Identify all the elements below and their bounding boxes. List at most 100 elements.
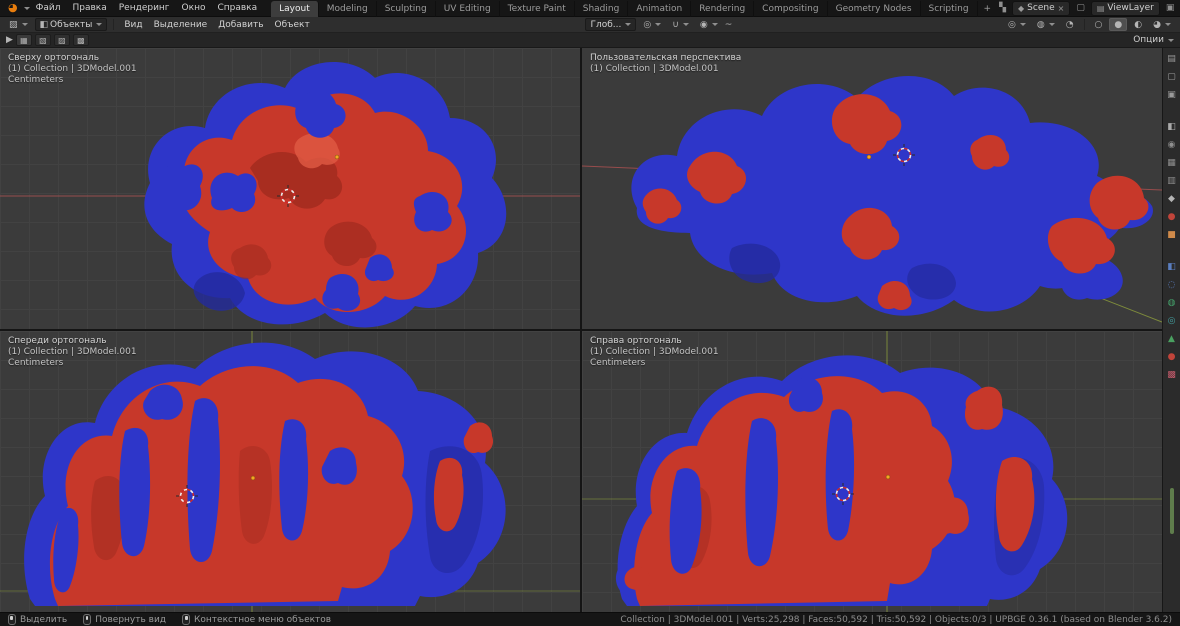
select-subtract-icon: ▨ xyxy=(58,35,66,45)
tab-animation[interactable]: Animation xyxy=(628,0,692,17)
menu-render[interactable]: Рендеринг xyxy=(113,0,176,16)
mode-dropdown[interactable]: ◧ Объекты xyxy=(34,18,108,31)
menu-add[interactable]: Добавить xyxy=(214,18,267,31)
tab-geometry-nodes[interactable]: Geometry Nodes xyxy=(828,0,921,17)
active-tool-icon[interactable]: ▶ xyxy=(6,35,13,45)
particles-icon[interactable]: ◌ xyxy=(1165,279,1179,292)
magnet-icon: ∪ xyxy=(672,19,679,30)
workspace-tabs: Layout Modeling Sculpting UV Editing Tex… xyxy=(271,0,997,17)
layers-icon[interactable]: ▚ xyxy=(997,3,1008,13)
hint-rotate-label: Повернуть вид xyxy=(95,614,167,625)
viewport-label-top-left: Сверху ортогональ (1) Collection | 3DMod… xyxy=(8,53,137,86)
proportional-edit-dropdown[interactable]: ◉ xyxy=(696,18,722,31)
shading-solid-button[interactable]: ● xyxy=(1109,18,1128,31)
shading-rendered-button[interactable]: ◕ xyxy=(1149,18,1175,31)
viewport-canvas-right xyxy=(582,331,1162,612)
falloff-curve-icon[interactable]: ~ xyxy=(725,20,733,30)
object-origin xyxy=(250,475,256,481)
overlays-icon: ◍ xyxy=(1036,19,1045,30)
overlays-toggle[interactable]: ◍ xyxy=(1033,18,1059,31)
window-icon[interactable]: ▢ xyxy=(1165,71,1179,84)
viewport-bottom-left[interactable]: Спереди ортогональ (1) Collection | 3DMo… xyxy=(0,331,580,612)
model-mesh-perspective[interactable] xyxy=(631,75,1153,316)
view-breadcrumb: (1) Collection | 3DModel.001 xyxy=(8,347,137,357)
object-origin xyxy=(334,154,340,160)
properties-tab-bar: ▤ ▢ ▣ ◧ ◉ ▦ ▥ ◆ ● ■ ◧ ◌ ◍ ◎ ▲ ● ▩ xyxy=(1162,48,1180,612)
tab-modeling[interactable]: Modeling xyxy=(319,0,377,17)
shading-wireframe-button[interactable]: ○ xyxy=(1091,18,1107,31)
object-origin xyxy=(866,154,872,160)
tab-shading[interactable]: Shading xyxy=(575,0,629,17)
model-mesh-right-view[interactable] xyxy=(615,355,1068,606)
add-workspace-button[interactable]: + xyxy=(978,1,998,17)
blender-logo-icon[interactable]: ◕ xyxy=(4,0,22,16)
menu-help[interactable]: Справка xyxy=(211,0,263,16)
editor-type-icon[interactable]: ▤ xyxy=(1165,53,1179,66)
viewport-bottom-right[interactable]: Справа ортогональ (1) Collection | 3DMod… xyxy=(582,331,1162,612)
orientation-dropdown[interactable]: Глоб... xyxy=(585,18,637,31)
tab-rendering[interactable]: Rendering xyxy=(691,0,755,17)
menu-object[interactable]: Объект xyxy=(271,18,314,31)
render-icon[interactable]: ◉ xyxy=(1165,139,1179,152)
select-extend-icon: ▧ xyxy=(39,35,47,45)
tab-texture-paint[interactable]: Texture Paint xyxy=(500,0,575,17)
scene-icon[interactable]: ◆ xyxy=(1165,193,1179,206)
output-icon[interactable]: ▦ xyxy=(1165,157,1179,170)
viewport-canvas-perspective xyxy=(582,75,1162,323)
model-mesh-top-view[interactable] xyxy=(144,61,507,328)
material-icon[interactable]: ● xyxy=(1165,351,1179,364)
menu-edit[interactable]: Правка xyxy=(66,0,112,16)
select-mode-extend-button[interactable]: ▧ xyxy=(34,34,51,46)
tab-uv-editing[interactable]: UV Editing xyxy=(436,0,500,17)
data-icon[interactable]: ▲ xyxy=(1165,333,1179,346)
view-name: Сверху ортогональ xyxy=(8,53,100,63)
physics-icon[interactable]: ◍ xyxy=(1165,297,1179,310)
pivot-dropdown[interactable]: ◎ xyxy=(639,18,665,31)
object-icon[interactable]: ■ xyxy=(1165,229,1179,242)
tab-compositing[interactable]: Compositing xyxy=(754,0,828,17)
tool-settings-header: ▶ ▦ ▧ ▨ ▩ Опции xyxy=(0,33,1180,48)
window-icon[interactable]: ▣ xyxy=(1164,3,1177,13)
new-scene-icon[interactable]: ▢ xyxy=(1074,3,1087,13)
select-mode-intersect-button[interactable]: ▩ xyxy=(72,34,89,46)
screen-icon[interactable]: ▣ xyxy=(1165,89,1179,102)
snap-dropdown[interactable]: ∪ xyxy=(668,18,693,31)
select-mode-subtract-button[interactable]: ▨ xyxy=(53,34,70,46)
unlink-icon[interactable]: × xyxy=(1058,3,1065,14)
viewport-label-bottom-right: Справа ортогональ (1) Collection | 3DMod… xyxy=(590,336,719,369)
viewlayer-selector[interactable]: ▤ ViewLayer xyxy=(1090,0,1160,16)
sidebar-scrollbar[interactable] xyxy=(1170,488,1174,534)
tab-scripting[interactable]: Scripting xyxy=(921,0,978,17)
menu-view[interactable]: Вид xyxy=(120,18,146,31)
solid-icon: ● xyxy=(1114,19,1123,30)
scene-icon: ◆ xyxy=(1018,3,1025,13)
model-mesh-front-view[interactable] xyxy=(24,342,506,606)
select-new-icon: ▦ xyxy=(20,35,28,45)
xray-icon: ◔ xyxy=(1065,19,1074,30)
world-icon[interactable]: ● xyxy=(1165,211,1179,224)
wireframe-icon: ○ xyxy=(1094,19,1103,30)
tool-icon[interactable]: ◧ xyxy=(1165,121,1179,134)
tab-sculpting[interactable]: Sculpting xyxy=(377,0,436,17)
select-mode-new-button[interactable]: ▦ xyxy=(15,34,32,46)
xray-toggle[interactable]: ◔ xyxy=(1062,18,1078,31)
editor-type-button[interactable]: ▧ xyxy=(5,18,32,31)
tool-settings-left: ▶ ▦ ▧ ▨ ▩ xyxy=(6,34,89,46)
viewport-top-right[interactable]: Пользовательская перспектива (1) Collect… xyxy=(582,48,1162,329)
scene-statistics: Collection | 3DModel.001 | Verts:25,298 … xyxy=(620,614,1172,625)
tab-layout[interactable]: Layout xyxy=(271,0,319,17)
menubar: ◕ Файл Правка Рендеринг Окно Справка Lay… xyxy=(0,0,1180,17)
viewport-label-top-right: Пользовательская перспектива (1) Collect… xyxy=(590,53,741,75)
menu-file[interactable]: Файл xyxy=(30,0,67,16)
gizmo-toggle[interactable]: ◎ xyxy=(1004,18,1030,31)
menu-select[interactable]: Выделение xyxy=(150,18,212,31)
scene-selector[interactable]: ◆ Scene × xyxy=(1012,0,1071,16)
texture-icon[interactable]: ▩ xyxy=(1165,369,1179,382)
modifiers-icon[interactable]: ◧ xyxy=(1165,261,1179,274)
menu-window[interactable]: Окно xyxy=(176,0,212,16)
view-layer-icon[interactable]: ▥ xyxy=(1165,175,1179,188)
constraints-icon[interactable]: ◎ xyxy=(1165,315,1179,328)
viewport-top-left[interactable]: Сверху ортогональ (1) Collection | 3DMod… xyxy=(0,48,580,329)
options-button[interactable]: Опции xyxy=(1133,35,1174,45)
shading-material-button[interactable]: ◐ xyxy=(1130,18,1146,31)
